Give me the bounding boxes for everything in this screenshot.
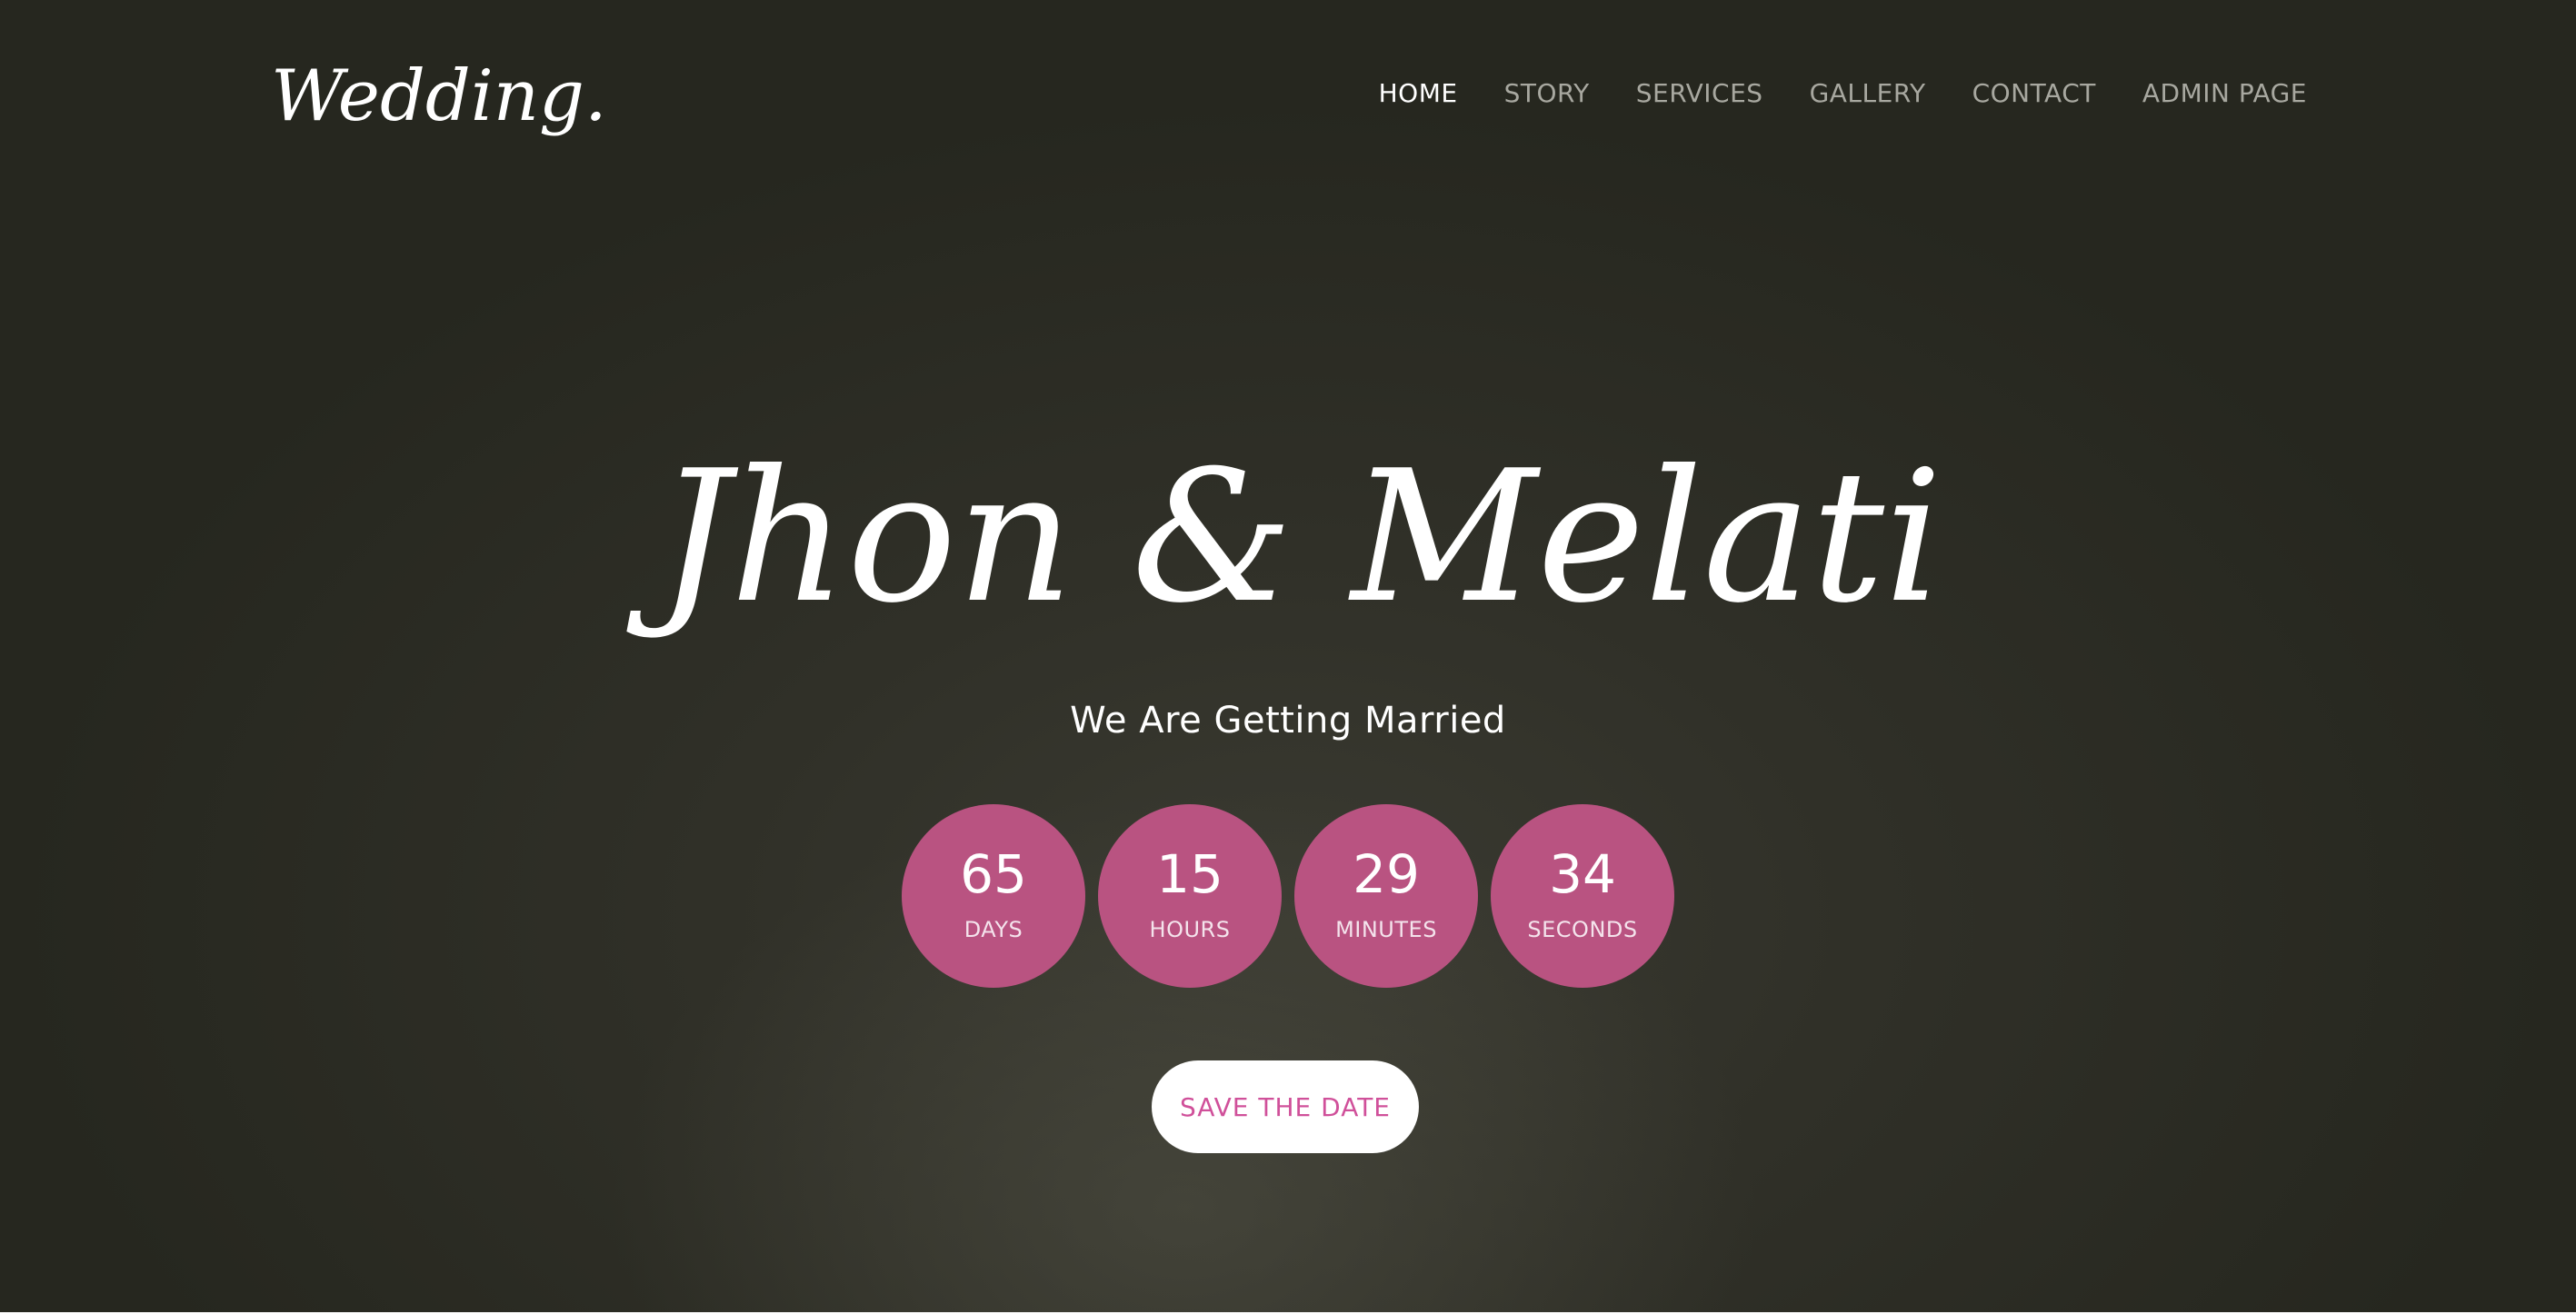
countdown-seconds-label: SECONDS [1527,917,1638,942]
countdown-minutes-value: 29 [1353,843,1420,905]
countdown-timer: 65 DAYS 15 HOURS 29 MINUTES 34 SECONDS [902,804,1674,988]
logo-text: Wedding. [271,55,607,137]
countdown-seconds-value: 34 [1549,843,1616,905]
nav-item-gallery[interactable]: GALLERY [1810,71,1926,116]
countdown-hours: 15 HOURS [1098,804,1282,988]
site-logo[interactable]: Wedding. [271,40,607,158]
nav-item-home[interactable]: HOME [1379,71,1458,116]
countdown-hours-value: 15 [1156,843,1223,905]
hero-subtitle: We Are Getting Married [1070,700,1506,742]
nav-item-admin-page[interactable]: ADMIN PAGE [2142,71,2307,116]
nav-item-contact[interactable]: CONTACT [1972,71,2096,116]
countdown-days: 65 DAYS [902,804,1085,988]
logo-wordmark: Wedding. [271,55,607,137]
countdown-hours-label: HOURS [1149,917,1231,942]
countdown-minutes: 29 MINUTES [1294,804,1478,988]
hero-section: Wedding. HOME STORY SERVICES GALLERY CON… [0,0,2576,1312]
save-the-date-button[interactable]: SAVE THE DATE [1152,1060,1419,1153]
nav-item-story[interactable]: STORY [1504,71,1590,116]
countdown-days-value: 65 [960,843,1027,905]
countdown-seconds: 34 SECONDS [1491,804,1674,988]
countdown-minutes-label: MINUTES [1335,917,1437,942]
couple-names: Jhon & Melati [626,427,1942,682]
main-nav: HOME STORY SERVICES GALLERY CONTACT ADMI… [1379,71,2307,116]
nav-item-services[interactable]: SERVICES [1636,71,1763,116]
couple-names-text: Jhon & Melati [626,432,1942,643]
couple-names-svg: Jhon & Melati [626,432,1942,643]
countdown-days-label: DAYS [964,917,1023,942]
